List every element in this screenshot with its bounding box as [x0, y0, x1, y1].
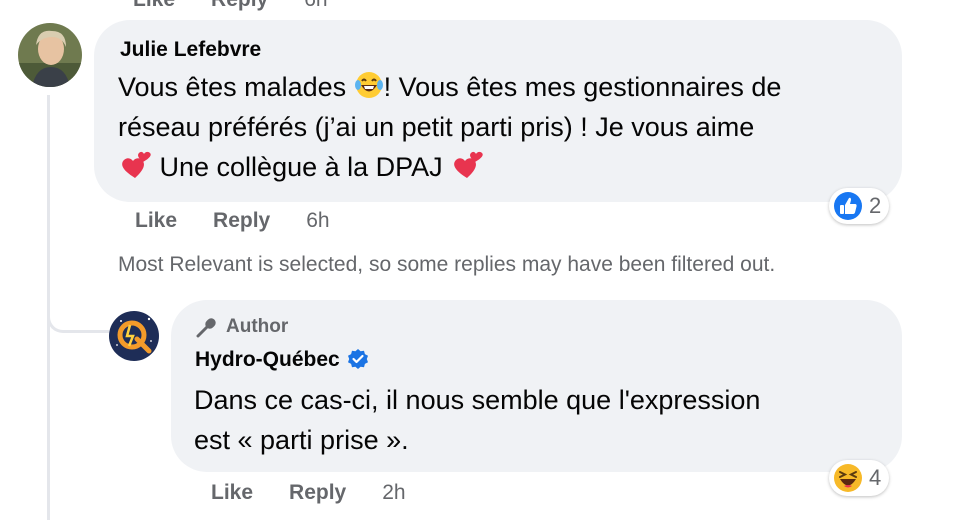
previous-comment-actions: Like Reply 6h [133, 0, 364, 12]
user-photo [18, 23, 82, 87]
like-link[interactable]: Like [135, 209, 177, 232]
comment-text-segment: ! Vous êtes mes gestionnaires de [383, 72, 782, 102]
reply-link[interactable]: Reply [289, 481, 346, 504]
comment-text-segment: Vous êtes malades [118, 72, 354, 102]
previous-like-link[interactable]: Like [133, 0, 175, 11]
filter-notice: Most Relevant is selected, so some repli… [118, 253, 776, 276]
two-hearts-emoji-icon [454, 151, 483, 178]
laughing-tears-emoji-icon [354, 72, 383, 98]
two-hearts-emoji-icon [122, 151, 151, 178]
reply-actions: Like Reply 2h [211, 481, 406, 505]
comment-author-name[interactable]: Julie Lefebvre [120, 38, 261, 62]
microphone-icon [196, 318, 216, 338]
reply-author-name-text: Hydro-Québec [195, 348, 340, 371]
reply-text-line-1: Dans ce cas-ci, il nous semble que l'exp… [194, 385, 761, 415]
avatar[interactable] [109, 311, 159, 361]
reaction-summary[interactable]: 2 [829, 188, 890, 224]
previous-time: 6h [304, 0, 327, 11]
reaction-count: 4 [869, 465, 882, 490]
like-link[interactable]: Like [211, 481, 253, 504]
thread-branch [47, 300, 109, 333]
reaction-summary[interactable]: 4 [829, 460, 890, 496]
avatar[interactable] [18, 23, 82, 87]
comment-text-line-3: Une collègue à la DPAJ [118, 147, 484, 187]
previous-reply-link[interactable]: Reply [211, 0, 268, 11]
thumbs-up-icon [834, 192, 862, 220]
hydro-quebec-logo [109, 311, 159, 361]
comment-text-segment: Une collègue à la DPAJ [152, 152, 451, 182]
reply-time[interactable]: 2h [382, 481, 405, 504]
comment-text-line-2: réseau préférés (j’ai un petit parti pri… [118, 112, 755, 142]
reply-link[interactable]: Reply [213, 209, 270, 232]
reaction-count: 2 [869, 193, 882, 218]
comment-actions: Like Reply 6h [135, 209, 330, 233]
comment-text-line-1: Vous êtes malades ! Vous êtes mes gestio… [118, 67, 781, 107]
laughing-emoji-icon [834, 464, 862, 492]
reply-author-name[interactable]: Hydro-Québec [195, 348, 370, 372]
author-badge-label: Author [226, 316, 289, 337]
comment-time[interactable]: 6h [306, 209, 329, 232]
reply-text-line-2: est « parti prise ». [194, 425, 409, 455]
verified-badge-icon [347, 349, 368, 369]
author-badge: Author [195, 316, 288, 338]
